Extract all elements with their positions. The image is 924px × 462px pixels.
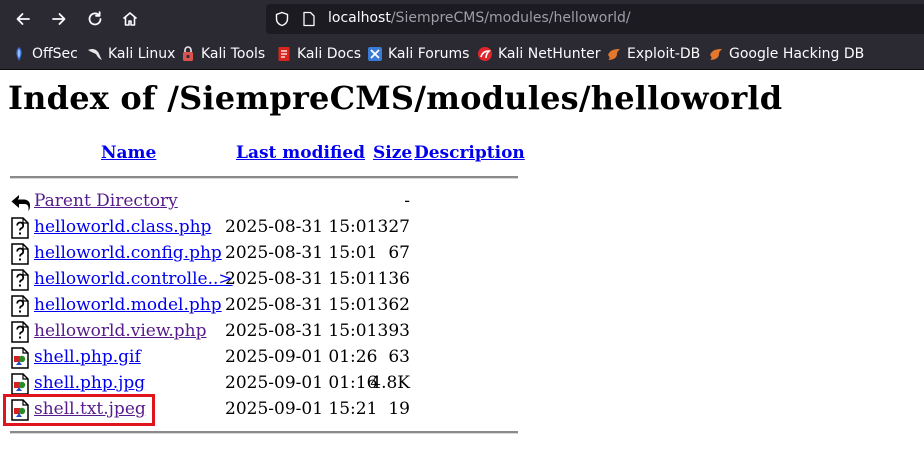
bookmark-label: Kali Tools — [201, 46, 266, 62]
file-link-parent-directory[interactable]: Parent Directory — [34, 191, 178, 211]
bookmark-offsec[interactable]: OffSec — [11, 44, 78, 64]
kali-nethunter-icon — [478, 47, 492, 61]
column-header-description[interactable]: Description — [414, 143, 525, 163]
file-date: 2025-08-31 15:01 — [225, 321, 378, 341]
reload-button[interactable] — [80, 4, 110, 34]
url-path: /SiempreCMS/modules/helloworld/ — [390, 10, 631, 26]
back-button[interactable] — [8, 4, 38, 34]
file-date: 2025-08-31 15:01 — [225, 217, 378, 237]
listing-row-file: helloworld.model.php 2025-08-31 15:01 36… — [0, 293, 520, 319]
back-arrow-icon — [16, 13, 30, 25]
directory-listing-page: Index of /SiempreCMS/modules/helloworld … — [0, 70, 924, 462]
bookmark-label: Google Hacking DB — [729, 46, 865, 62]
kali-docs-icon — [278, 47, 290, 61]
listing-row-parent-directory: Parent Directory - — [0, 189, 520, 215]
bookmark-kali-linux[interactable]: Kali Linux — [87, 44, 175, 64]
file-size: - — [404, 191, 410, 211]
listing-row-file: helloworld.config.php 2025-08-31 15:01 6… — [0, 241, 520, 267]
page-info-icon[interactable] — [302, 11, 316, 27]
bookmark-kali-docs[interactable]: Kali Docs — [276, 44, 361, 64]
bookmark-label: OffSec — [32, 46, 78, 62]
offsec-icon — [16, 47, 22, 61]
file-date: 2025-09-01 01:26 — [225, 347, 378, 367]
kali-tools-icon — [183, 46, 193, 61]
reload-icon — [88, 11, 102, 26]
listing-row-file: shell.php.gif 2025-09-01 01:26 63 — [0, 345, 520, 371]
file-size: 63 — [388, 347, 410, 367]
url-text[interactable]: localhost/SiempreCMS/modules/helloworld/ — [328, 10, 631, 26]
listing-row-file: helloworld.class.php 2025-08-31 15:01 32… — [0, 215, 520, 241]
forward-button[interactable] — [44, 4, 74, 34]
file-date: 2025-09-01 15:21 — [225, 399, 378, 419]
kali-dragon-icon — [88, 48, 102, 60]
shield-icon[interactable] — [274, 11, 290, 27]
bookmark-label: Exploit-DB — [627, 46, 701, 62]
kali-forums-icon — [368, 47, 382, 61]
file-size: 67 — [388, 243, 410, 263]
bookmark-kali-forums[interactable]: Kali Forums — [367, 44, 469, 64]
page-title: Index of /SiempreCMS/modules/helloworld — [8, 79, 783, 117]
image-file-icon — [11, 347, 29, 369]
file-link[interactable]: helloworld.model.php — [34, 295, 222, 315]
file-date: 2025-08-31 15:01 — [225, 269, 378, 289]
file-size: 136 — [377, 269, 410, 289]
file-link[interactable]: helloworld.class.php — [34, 217, 211, 237]
file-link[interactable]: helloworld.controlle..> — [34, 269, 233, 289]
column-header-name[interactable]: Name — [101, 143, 156, 163]
bookmark-label: Kali NetHunter — [498, 46, 601, 62]
bookmark-label: Kali Linux — [108, 46, 176, 62]
file-link[interactable]: helloworld.view.php — [34, 321, 207, 341]
file-size: 362 — [377, 295, 410, 315]
file-size: 4.8K — [370, 373, 410, 393]
file-date: 2025-08-31 15:01 — [225, 295, 378, 315]
home-icon — [122, 12, 138, 26]
exploit-db-icon — [608, 49, 620, 60]
url-bar[interactable]: localhost/SiempreCMS/modules/helloworld/ — [266, 4, 924, 34]
back-arrow-icon — [11, 195, 30, 211]
file-size: 19 — [388, 399, 410, 419]
file-link[interactable]: helloworld.config.php — [34, 243, 222, 263]
file-link[interactable]: shell.php.gif — [34, 347, 141, 367]
unknown-file-icon — [11, 295, 29, 317]
bookmark-google-hacking-db[interactable]: Google Hacking DB — [708, 44, 864, 64]
file-date: 2025-09-01 01:16 — [225, 373, 378, 393]
bookmark-kali-nethunter[interactable]: Kali NetHunter — [477, 44, 600, 64]
browser-toolbar: localhost/SiempreCMS/modules/helloworld/ — [0, 0, 924, 38]
bookmark-label: Kali Forums — [388, 46, 470, 62]
forward-arrow-icon — [52, 13, 66, 25]
url-host: localhost — [328, 10, 391, 26]
listing-row-file: helloworld.controlle..> 2025-08-31 15:01… — [0, 267, 520, 293]
unknown-file-icon — [11, 321, 29, 343]
divider-top — [10, 176, 518, 179]
column-header-size[interactable]: Size — [373, 143, 412, 163]
unknown-file-icon — [11, 217, 29, 239]
file-size: 327 — [377, 217, 410, 237]
listing-row-file: helloworld.view.php 2025-08-31 15:01 393 — [0, 319, 520, 345]
divider-bottom — [10, 431, 518, 434]
unknown-file-icon — [11, 243, 29, 265]
file-date: 2025-08-31 15:01 — [225, 243, 378, 263]
file-size: 393 — [377, 321, 410, 341]
bookmark-kali-tools[interactable]: Kali Tools — [180, 44, 265, 64]
bookmark-label: Kali Docs — [297, 46, 362, 62]
image-file-icon — [11, 373, 29, 395]
annotation-highlight-box — [3, 394, 155, 426]
file-link[interactable]: shell.php.jpg — [34, 373, 145, 393]
bookmark-exploit-db[interactable]: Exploit-DB — [606, 44, 700, 64]
ghdb-icon — [710, 49, 722, 60]
unknown-file-icon — [11, 269, 29, 291]
column-header-last-modified[interactable]: Last modified — [236, 143, 365, 163]
home-button[interactable] — [115, 4, 145, 34]
bookmarks-bar: OffSec Kali Linux Kali Tools Kali Docs K… — [0, 38, 924, 70]
